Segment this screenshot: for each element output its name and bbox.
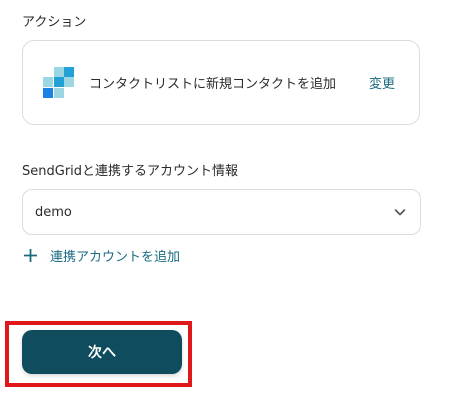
add-account-label: 連携アカウントを追加 <box>50 249 181 265</box>
action-name: コンタクトリストに新規コンタクトを追加 <box>89 77 337 92</box>
chevron-down-icon <box>394 209 406 216</box>
sendgrid-logo-icon <box>43 67 74 98</box>
add-account-link[interactable]: 連携アカウントを追加 <box>24 245 180 265</box>
account-select[interactable]: demo <box>22 189 421 235</box>
account-select-value: demo <box>35 205 72 220</box>
action-settings-page: アクション コンタクトリストに新規コンタクトを追加 変更 SendGridと連携… <box>0 0 465 408</box>
next-button[interactable]: 次へ <box>22 330 182 374</box>
action-card: コンタクトリストに新規コンタクトを追加 変更 <box>22 40 420 125</box>
change-action-link[interactable]: 変更 <box>369 73 395 92</box>
account-section-label: SendGridと連携するアカウント情報 <box>22 164 239 179</box>
plus-icon <box>24 248 37 262</box>
action-section-label: アクション <box>22 15 87 30</box>
